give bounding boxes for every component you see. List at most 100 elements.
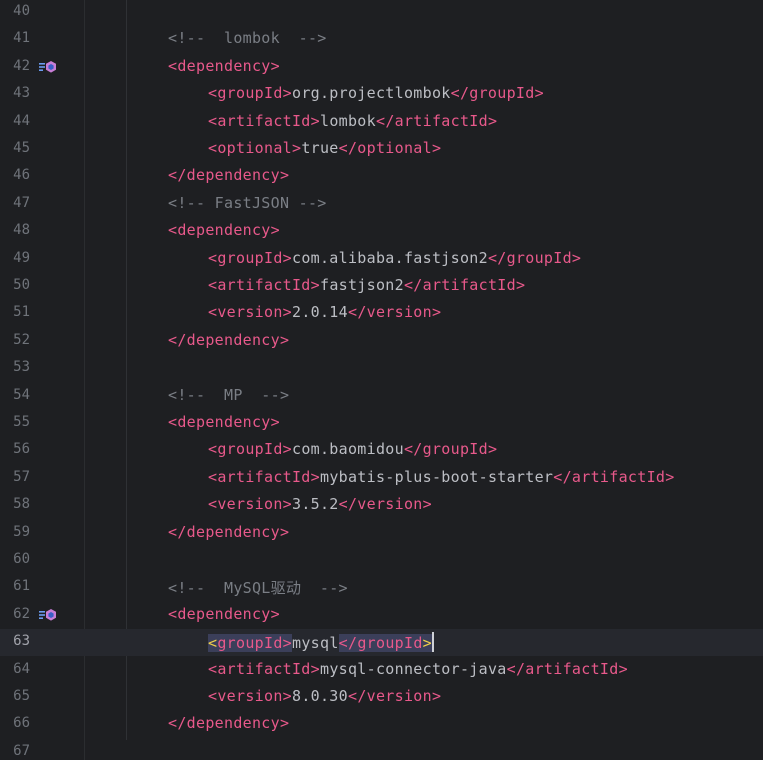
code-text[interactable]: </dependency> <box>168 331 289 349</box>
code-text[interactable]: <!-- MySQL驱动 --> <box>168 577 348 598</box>
code-line[interactable]: 50 <artifactId>fastjson2</artifactId> <box>0 273 763 300</box>
code-line[interactable]: 48 <dependency> <box>0 218 763 245</box>
code-line[interactable]: 47 <!-- FastJSON --> <box>0 191 763 218</box>
code-line[interactable]: 46 </dependency> <box>0 163 763 190</box>
line-number[interactable]: 60 <box>0 551 30 567</box>
code-line[interactable]: 65 <version>8.0.30</version> <box>0 684 763 711</box>
code-text[interactable]: <dependency> <box>168 413 280 431</box>
code-line[interactable]: 60 <box>0 547 763 574</box>
maven-dependency-icon[interactable] <box>39 608 57 622</box>
code-editor[interactable]: 40 41 <!-- lombok --> 42 <dependency> 43 <grou… <box>0 0 763 760</box>
xml-close-tag: </groupId> <box>450 84 544 103</box>
line-number[interactable]: 53 <box>0 359 30 375</box>
code-line[interactable]: 42 <dependency> <box>0 54 763 81</box>
code-line[interactable]: 58 <version>3.5.2</version> <box>0 492 763 519</box>
line-number[interactable]: 64 <box>0 661 30 677</box>
xml-comment: <!-- MP --> <box>168 385 290 404</box>
line-number[interactable]: 48 <box>0 222 30 238</box>
code-text[interactable]: <groupId>com.alibaba.fastjson2</groupId> <box>208 249 581 267</box>
line-number[interactable]: 51 <box>0 304 30 320</box>
code-text[interactable]: </dependency> <box>168 166 289 184</box>
code-text[interactable]: <!-- FastJSON --> <box>168 194 327 212</box>
line-number[interactable]: 59 <box>0 524 30 540</box>
line-number[interactable]: 67 <box>0 743 30 759</box>
line-number[interactable]: 63 <box>0 633 30 649</box>
xml-open-tag: <optional> <box>208 139 302 157</box>
code-text[interactable]: <version>2.0.14</version> <box>208 303 441 321</box>
code-text[interactable]: <optional>true</optional> <box>208 139 441 157</box>
code-line[interactable]: 44 <artifactId>lombok</artifactId> <box>0 109 763 136</box>
line-number[interactable]: 43 <box>0 85 30 101</box>
line-number[interactable]: 50 <box>0 277 30 293</box>
line-number[interactable]: 45 <box>0 140 30 156</box>
line-number[interactable]: 61 <box>0 578 30 594</box>
line-number[interactable]: 58 <box>0 496 30 512</box>
code-text[interactable]: <groupId>org.projectlombok</groupId> <box>208 84 544 102</box>
code-text[interactable]: </dependency> <box>168 523 289 541</box>
xml-close-tag: </version> <box>338 495 432 514</box>
line-number[interactable]: 49 <box>0 250 30 266</box>
xml-open-tag: <artifactId> <box>208 659 320 678</box>
xml-close-tag: </dependency> <box>168 714 290 733</box>
line-number[interactable]: 56 <box>0 441 30 457</box>
xml-open-tag: <version> <box>208 687 292 705</box>
code-line[interactable]: 52 </dependency> <box>0 328 763 355</box>
xml-close-tag: </dependency> <box>168 330 290 349</box>
xml-open-tag: <version> <box>208 303 292 322</box>
code-text[interactable]: <groupId>mysql</groupId> <box>208 632 434 653</box>
code-line[interactable]: 49 <groupId>com.alibaba.fastjson2</groupI… <box>0 246 763 273</box>
xml-close-tag: </groupId> <box>487 248 582 267</box>
line-number[interactable]: 40 <box>0 3 30 19</box>
code-text[interactable]: <version>8.0.30</version> <box>208 687 441 705</box>
line-number[interactable]: 62 <box>0 606 30 622</box>
code-text[interactable]: </dependency> <box>168 714 289 732</box>
line-number[interactable]: 46 <box>0 167 30 183</box>
line-number[interactable]: 55 <box>0 414 30 430</box>
code-line[interactable]: 53 <box>0 355 763 382</box>
code-line[interactable]: 56 <groupId>com.baomidou</groupId> <box>0 437 763 464</box>
code-text[interactable]: <artifactId>fastjson2</artifactId> <box>208 276 525 294</box>
code-line[interactable]: 63 <groupId>mysql</groupId> <box>0 629 763 657</box>
code-text[interactable]: <!-- MP --> <box>168 386 289 404</box>
code-line[interactable]: 55 <dependency> <box>0 410 763 437</box>
xml-open-tag: <dependency> <box>168 604 280 623</box>
code-text[interactable]: <groupId>com.baomidou</groupId> <box>208 440 497 458</box>
code-text[interactable]: <dependency> <box>168 221 280 239</box>
code-line[interactable]: 62 <dependency> <box>0 602 763 629</box>
line-number[interactable]: 54 <box>0 387 30 403</box>
code-line[interactable]: 66 </dependency> <box>0 711 763 738</box>
code-text[interactable]: <artifactId>mybatis-plus-boot-starter</a… <box>208 468 675 486</box>
code-line[interactable]: 40 <box>0 0 763 26</box>
xml-value: mybatis-plus-boot-starter <box>319 467 554 486</box>
code-text[interactable]: <dependency> <box>168 57 280 75</box>
code-text[interactable]: <artifactId>lombok</artifactId> <box>208 112 497 130</box>
code-line[interactable]: 61 <!-- MySQL驱动 --> <box>0 574 763 601</box>
line-number[interactable]: 57 <box>0 469 30 485</box>
line-number[interactable]: 65 <box>0 688 30 704</box>
code-line[interactable]: 59 </dependency> <box>0 520 763 547</box>
code-text[interactable]: <dependency> <box>168 605 280 623</box>
code-line[interactable]: 54 <!-- MP --> <box>0 383 763 410</box>
xml-close-tag: </artifactId> <box>403 276 526 294</box>
code-line[interactable]: 57 <artifactId>mybatis-plus-boot-starter<… <box>0 465 763 492</box>
line-number[interactable]: 41 <box>0 30 30 46</box>
code-line[interactable]: 51 <version>2.0.14</version> <box>0 300 763 327</box>
maven-dependency-icon[interactable] <box>39 60 57 74</box>
line-number[interactable]: 66 <box>0 715 30 731</box>
xml-bracket: > <box>282 634 293 653</box>
line-number[interactable]: 42 <box>0 58 30 74</box>
line-number[interactable]: 44 <box>0 113 30 129</box>
code-text[interactable]: <artifactId>mysql-connector-java</artifa… <box>208 660 628 678</box>
xml-value: 8.0.30 <box>291 687 348 705</box>
code-line[interactable]: 41 <!-- lombok --> <box>0 26 763 53</box>
code-text[interactable]: <!-- lombok --> <box>168 29 327 47</box>
code-line[interactable]: 64 <artifactId>mysql-connector-java</arti… <box>0 657 763 684</box>
xml-value: 2.0.14 <box>291 303 348 322</box>
code-text[interactable]: <version>3.5.2</version> <box>208 495 432 513</box>
code-line[interactable]: 67 <box>0 739 763 760</box>
xml-open-tag: <dependency> <box>168 413 280 431</box>
line-number[interactable]: 47 <box>0 195 30 211</box>
code-line[interactable]: 45 <optional>true</optional> <box>0 136 763 163</box>
line-number[interactable]: 52 <box>0 332 30 348</box>
code-line[interactable]: 43 <groupId>org.projectlombok</groupId> <box>0 81 763 108</box>
